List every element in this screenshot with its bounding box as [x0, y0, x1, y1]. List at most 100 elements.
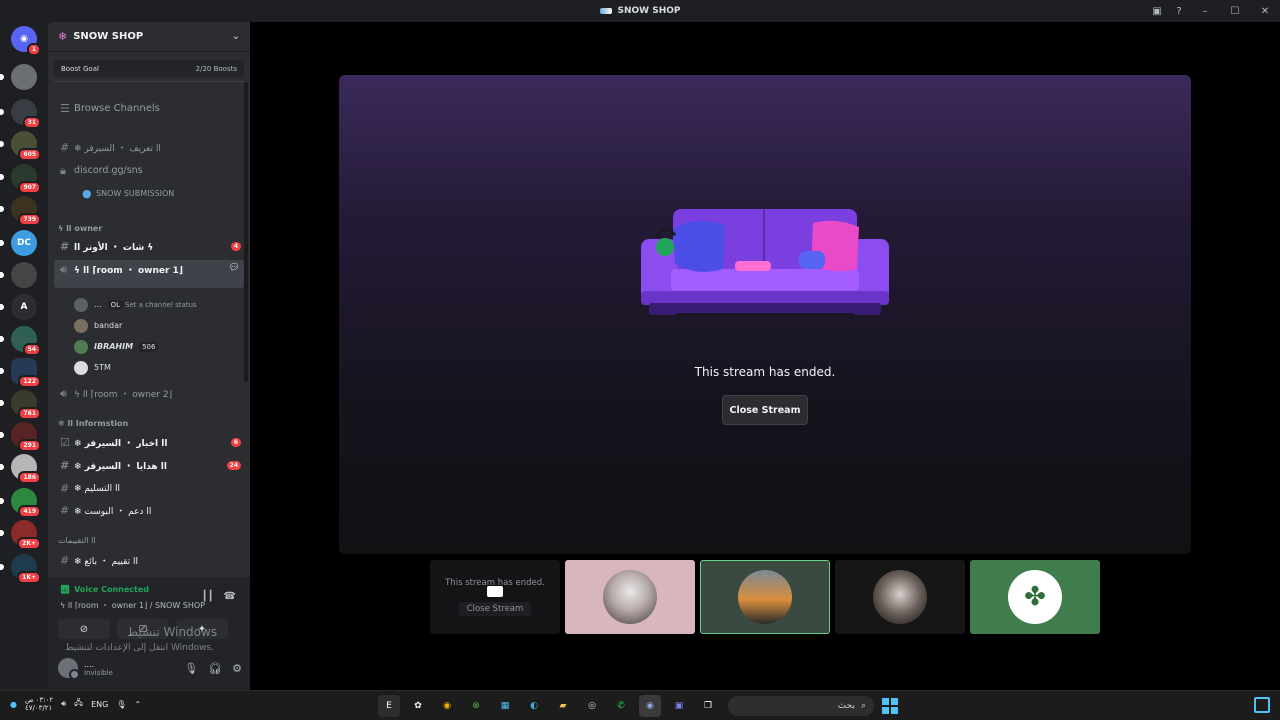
server-icon[interactable]: 605 [0, 131, 41, 161]
settings-gear-icon[interactable]: ⚙ [232, 662, 242, 675]
channel-review[interactable]: # ❄ اا تقييم ・ بائع [54, 551, 244, 570]
start-button[interactable] [880, 696, 900, 716]
server-icon[interactable]: 1K+ [0, 554, 41, 584]
minimize-button[interactable]: – [1190, 6, 1220, 17]
signal-icon: 📶︎ [60, 585, 71, 594]
participant-tile[interactable]: ✤ [970, 560, 1100, 634]
volume-icon[interactable]: 🔊︎ [61, 699, 66, 709]
server-icon[interactable]: 186 [0, 454, 41, 484]
server-icon[interactable]: 907 [0, 164, 41, 194]
unread-pip [0, 464, 4, 470]
headphones-icon[interactable]: 🎧︎ [208, 662, 222, 675]
category-reviews[interactable]: اا التقييمات [58, 536, 96, 545]
channel-news[interactable]: ☑ ❄ اا اخبار ・ السيرفر 6 [54, 433, 244, 452]
channel-delivery[interactable]: # ❄ اا التسليم [54, 479, 244, 498]
avatar [74, 360, 88, 375]
voice-member[interactable]: bandar [74, 316, 122, 335]
channel-invite[interactable]: 🔒︎ discord.gg/sns [54, 161, 244, 180]
close-stream-button[interactable]: Close Stream [722, 395, 808, 425]
close-button[interactable]: ✕ [1250, 6, 1280, 17]
server-icon[interactable]: 2K+ [0, 520, 41, 550]
voice-room-label[interactable]: ϟ اا ⌈room ・ owner 1⌋ / SNOW SHOP [60, 600, 205, 611]
home-button[interactable]: ◉ 1 [11, 26, 41, 56]
server-header[interactable]: ❄ SNOW SHOP ⌄ [48, 22, 250, 52]
app-icon[interactable]: ✿ [407, 695, 429, 717]
mic-tray-icon[interactable]: 🎙︎ [116, 700, 126, 709]
chat-bubble-icon[interactable]: 💬︎ [229, 263, 240, 273]
divider [54, 81, 244, 82]
store-icon[interactable]: ▦ [494, 695, 516, 717]
server-icon[interactable] [0, 64, 37, 90]
participant-tile[interactable] [835, 560, 965, 634]
channel-submission[interactable]: ● SNOW SUBMISSION [76, 184, 244, 203]
server-icon[interactable]: 122 [0, 358, 41, 388]
channel-sidebar: ❄ SNOW SHOP ⌄ Boost Goal 2/20 Boosts ☰ B… [48, 22, 250, 577]
disconnect-icon[interactable]: ☎ [224, 591, 236, 602]
hash-icon: # [60, 240, 70, 253]
voice-member[interactable]: ... OL [74, 295, 124, 314]
widgets-icon[interactable] [1254, 697, 1270, 713]
whatsapp-icon[interactable]: ✆ [610, 695, 632, 717]
sidebar-scrollbar[interactable] [244, 82, 248, 382]
tray-app-icon[interactable]: ● [10, 700, 17, 709]
xbox-icon[interactable]: ⊗ [465, 695, 487, 717]
server-icon[interactable]: 31 [0, 99, 41, 129]
camera-off-button[interactable]: ⊘ [58, 619, 110, 639]
server-mention-badge: 739 [18, 213, 41, 226]
server-icon[interactable]: 54 [0, 326, 41, 356]
avatar [603, 570, 657, 624]
taskbar-search[interactable]: بحث ⌕ [728, 696, 874, 716]
voice-status[interactable]: 📶︎ Voice Connected [60, 585, 149, 594]
chrome-icon[interactable]: ◉ [436, 695, 458, 717]
category-info[interactable]: ❄ اا Informstion [58, 419, 128, 428]
unread-pip [0, 368, 4, 374]
steam-icon[interactable]: ◎ [581, 695, 603, 717]
server-icon[interactable]: A [0, 294, 37, 320]
channel-gifts[interactable]: # ❄ اا هدايا ・ السيرفر 24 [54, 456, 244, 475]
file-explorer-icon[interactable]: ▰ [552, 695, 574, 717]
channel-intro[interactable]: # ❄ اا تعريف ・ السيرفر [54, 138, 244, 157]
user-avatar[interactable] [58, 658, 80, 680]
voice-channel-room2[interactable]: 🔊︎ ϟ اا ⌈room ・ owner 2⌋ [54, 384, 244, 403]
channel-owner-chat[interactable]: # شات ・ الأونر اا ϟ 4 [54, 237, 244, 256]
voice-channel-room1[interactable]: 🔊︎ ϟ اا ⌈room ・ owner 1⌋ 💬︎ [54, 260, 244, 288]
server-icon[interactable]: 419 [0, 488, 41, 518]
discord-taskbar-icon[interactable]: ◉ [639, 695, 661, 717]
hash-icon: # [60, 554, 70, 567]
task-view-icon[interactable]: ❐ [697, 695, 719, 717]
speaker-icon: 🔊︎ [60, 386, 67, 400]
inbox-icon[interactable]: ▣ [1146, 6, 1168, 17]
user-status: Invisible [84, 668, 113, 677]
maximize-button[interactable]: ☐ [1220, 6, 1250, 17]
noise-suppression-icon[interactable]: ┃┃ [201, 591, 213, 602]
chevron-up-icon[interactable]: ⌃ [134, 700, 141, 709]
voice-member[interactable]: 5TM [74, 358, 111, 377]
server-mention-badge: 1K+ [17, 571, 41, 584]
server-icon[interactable] [0, 262, 37, 288]
voice-member[interactable]: IBRAHIM 506 [74, 337, 159, 356]
stream-thumbnail-ended[interactable]: This stream has ended. Close Stream [430, 560, 560, 634]
browse-channels[interactable]: ☰ Browse Channels [54, 99, 244, 118]
boost-goal-bar[interactable]: Boost Goal 2/20 Boosts [54, 60, 244, 77]
participant-tile[interactable] [700, 560, 830, 634]
category-owner[interactable]: ϟ اا owner [58, 224, 102, 233]
participant-tile[interactable] [565, 560, 695, 634]
language-indicator[interactable]: ENG [91, 700, 108, 709]
channel-status[interactable]: Set a channel status [125, 301, 197, 309]
microphone-icon[interactable]: 🎙︎ [184, 662, 198, 675]
server-icon[interactable]: 761 [0, 390, 41, 420]
help-icon[interactable]: ? [1168, 6, 1190, 17]
chevron-down-icon: ⌄ [231, 31, 240, 42]
edge-icon[interactable]: ◐ [523, 695, 545, 717]
app-icon[interactable]: ▣ [668, 695, 690, 717]
thumbnail-close-stream-button[interactable]: Close Stream [458, 602, 532, 616]
clock[interactable]: ٠٣:٠٢ ص ٤٧/٠٣/٢١ [25, 696, 53, 712]
server-icon[interactable]: 291 [0, 422, 41, 452]
channel-boost[interactable]: # ❄ اا دعم ・ البوست [54, 501, 244, 520]
epic-games-icon[interactable]: E [378, 695, 400, 717]
server-icon[interactable]: DC [0, 230, 37, 256]
windows-logo-icon [882, 698, 898, 714]
user-names[interactable]: .... Invisible [84, 660, 113, 677]
server-icon[interactable]: 739 [0, 196, 41, 226]
network-icon[interactable]: 🖧 [74, 697, 83, 711]
